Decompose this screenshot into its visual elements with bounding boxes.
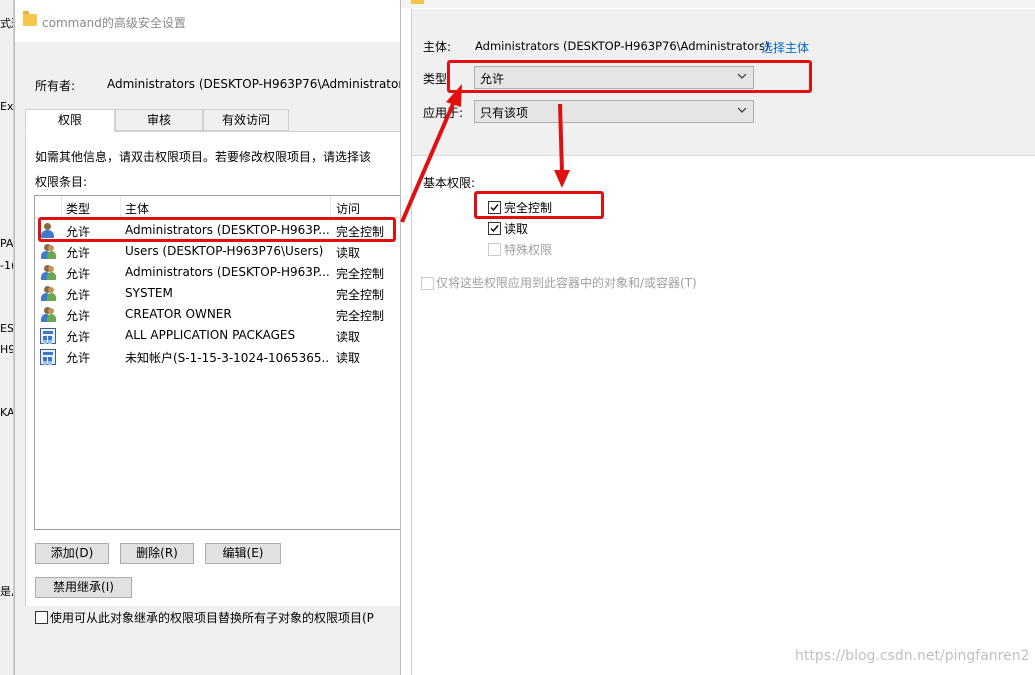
arrowhead-icon (446, 84, 462, 107)
annotation-arrow (400, 103, 455, 223)
annotation-arrow (558, 103, 564, 173)
arrowhead-icon (554, 170, 570, 188)
annotation-arrows (400, 84, 570, 223)
